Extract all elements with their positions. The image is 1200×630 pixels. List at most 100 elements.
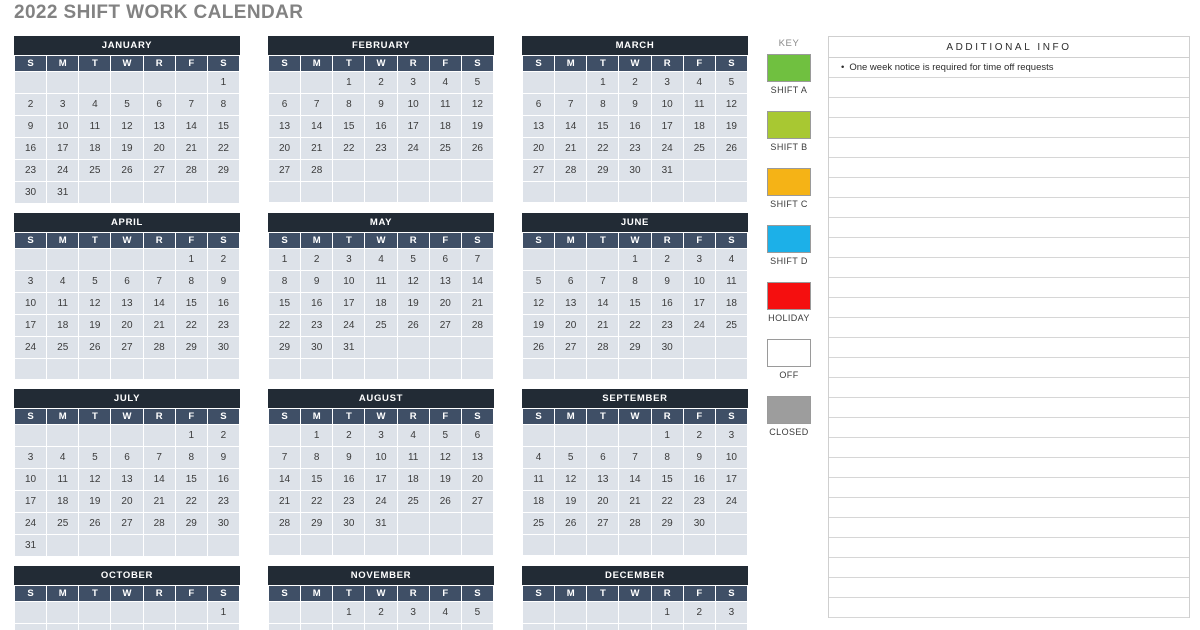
date-cell-empty[interactable] — [554, 534, 588, 556]
date-cell[interactable]: 10 — [714, 446, 749, 469]
date-cell[interactable]: 22 — [300, 490, 334, 513]
date-cell[interactable]: 12 — [521, 292, 556, 315]
date-cell-empty[interactable] — [714, 159, 749, 182]
date-cell[interactable]: 1 — [174, 424, 208, 447]
date-cell[interactable]: 8 — [206, 93, 241, 116]
date-cell[interactable]: 5 — [714, 71, 749, 94]
key-item-holiday[interactable]: HOLIDAY — [760, 282, 818, 324]
date-cell-empty[interactable] — [682, 534, 716, 556]
date-cell[interactable]: 16 — [364, 115, 398, 138]
date-cell-empty[interactable] — [521, 71, 556, 94]
date-cell[interactable]: 10 — [682, 270, 716, 293]
date-cell-empty[interactable] — [554, 358, 588, 380]
date-cell[interactable]: 15 — [586, 115, 620, 138]
date-cell[interactable]: 21 — [586, 314, 620, 337]
date-cell[interactable]: 6 — [110, 270, 144, 293]
date-cell-empty[interactable] — [586, 424, 620, 447]
date-cell-empty[interactable] — [554, 181, 588, 203]
date-cell[interactable]: 3 — [714, 424, 749, 447]
date-cell[interactable]: 8 — [267, 270, 302, 293]
date-cell[interactable]: 7 — [300, 623, 334, 630]
date-cell[interactable]: 21 — [142, 490, 176, 513]
date-cell[interactable]: 18 — [714, 292, 749, 315]
date-cell[interactable]: 29 — [267, 336, 302, 359]
date-cell-empty[interactable] — [267, 358, 302, 380]
date-cell[interactable]: 3 — [650, 71, 684, 94]
date-cell-empty[interactable] — [332, 159, 366, 182]
date-cell-empty[interactable] — [13, 71, 48, 94]
date-cell-empty[interactable] — [428, 512, 462, 535]
date-cell[interactable]: 2 — [682, 601, 716, 624]
additional-info-row-empty[interactable] — [829, 218, 1189, 238]
date-cell-empty[interactable] — [428, 336, 462, 359]
date-cell[interactable]: 7 — [142, 270, 176, 293]
date-cell[interactable]: 8 — [650, 446, 684, 469]
date-cell[interactable]: 3 — [682, 248, 716, 271]
date-cell-empty[interactable] — [332, 534, 366, 556]
date-cell-empty[interactable] — [206, 358, 241, 380]
date-cell[interactable]: 5 — [460, 601, 495, 624]
date-cell[interactable]: 25 — [714, 314, 749, 337]
date-cell[interactable]: 12 — [396, 270, 430, 293]
date-cell[interactable]: 21 — [554, 137, 588, 160]
additional-info-row-empty[interactable] — [829, 278, 1189, 298]
date-cell[interactable]: 1 — [586, 71, 620, 94]
date-cell[interactable]: 27 — [586, 512, 620, 535]
date-cell[interactable]: 9 — [206, 446, 241, 469]
date-cell-empty[interactable] — [521, 424, 556, 447]
date-cell[interactable]: 19 — [78, 490, 112, 513]
date-cell-empty[interactable] — [396, 534, 430, 556]
date-cell[interactable]: 14 — [586, 292, 620, 315]
date-cell[interactable]: 28 — [618, 512, 652, 535]
date-cell[interactable]: 11 — [46, 292, 80, 315]
additional-info-row-empty[interactable] — [829, 598, 1189, 618]
date-cell[interactable]: 20 — [460, 468, 495, 491]
date-cell[interactable]: 30 — [682, 512, 716, 535]
date-cell[interactable]: 9 — [618, 93, 652, 116]
date-cell[interactable]: 22 — [586, 137, 620, 160]
date-cell[interactable]: 9 — [300, 270, 334, 293]
date-cell[interactable]: 1 — [206, 601, 241, 624]
date-cell[interactable]: 3 — [46, 93, 80, 116]
date-cell[interactable]: 24 — [714, 490, 749, 513]
date-cell-empty[interactable] — [267, 424, 302, 447]
date-cell[interactable]: 5 — [428, 424, 462, 447]
date-cell[interactable]: 18 — [521, 490, 556, 513]
date-cell[interactable]: 21 — [267, 490, 302, 513]
date-cell[interactable]: 10 — [332, 270, 366, 293]
date-cell[interactable]: 7 — [267, 446, 302, 469]
date-cell[interactable]: 10 — [13, 292, 48, 315]
additional-info-row-empty[interactable] — [829, 358, 1189, 378]
date-cell[interactable]: 20 — [428, 292, 462, 315]
date-cell-empty[interactable] — [46, 71, 80, 94]
date-cell[interactable]: 20 — [110, 490, 144, 513]
date-cell[interactable]: 21 — [618, 490, 652, 513]
additional-info-row-empty[interactable] — [829, 198, 1189, 218]
date-cell-empty[interactable] — [142, 534, 176, 557]
date-cell[interactable]: 26 — [521, 336, 556, 359]
date-cell[interactable]: 7 — [618, 623, 652, 630]
date-cell[interactable]: 30 — [650, 336, 684, 359]
date-cell[interactable]: 5 — [110, 623, 144, 630]
date-cell[interactable]: 21 — [174, 137, 208, 160]
date-cell[interactable]: 27 — [460, 490, 495, 513]
date-cell[interactable]: 24 — [682, 314, 716, 337]
date-cell[interactable]: 16 — [13, 137, 48, 160]
date-cell[interactable]: 7 — [618, 446, 652, 469]
date-cell[interactable]: 9 — [332, 446, 366, 469]
key-item-shift-d[interactable]: SHIFT D — [760, 225, 818, 267]
date-cell[interactable]: 4 — [46, 446, 80, 469]
date-cell-empty[interactable] — [46, 248, 80, 271]
date-cell[interactable]: 8 — [586, 93, 620, 116]
date-cell[interactable]: 6 — [267, 93, 302, 116]
additional-info-row-empty[interactable] — [829, 518, 1189, 538]
date-cell-empty[interactable] — [460, 181, 495, 203]
date-cell[interactable]: 30 — [332, 512, 366, 535]
date-cell-empty[interactable] — [78, 424, 112, 447]
date-cell[interactable]: 21 — [300, 137, 334, 160]
date-cell[interactable]: 7 — [142, 446, 176, 469]
date-cell[interactable]: 28 — [300, 159, 334, 182]
date-cell[interactable]: 15 — [650, 468, 684, 491]
date-cell[interactable]: 20 — [142, 137, 176, 160]
date-cell[interactable]: 27 — [110, 512, 144, 535]
